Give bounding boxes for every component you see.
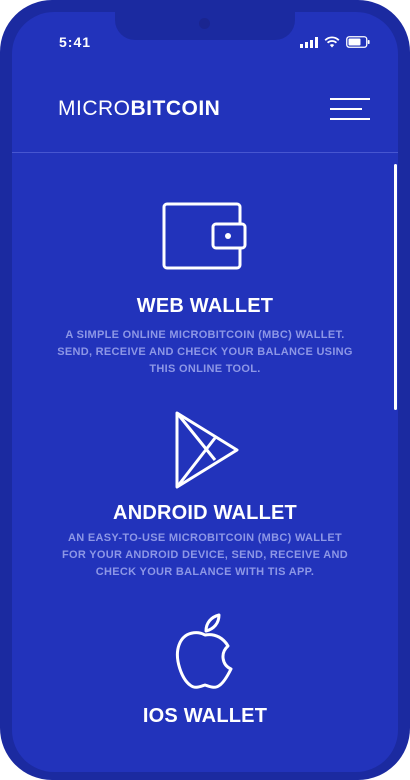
logo-bold-text: BITCOIN — [130, 97, 221, 120]
android-wallet-title: ANDROID WALLET — [113, 502, 297, 524]
hamburger-icon — [330, 98, 370, 100]
wallet-icon — [162, 202, 247, 270]
phone-frame: 5:41 MICROBITCOIN WEB WALLET A SIMPLE ON… — [0, 0, 410, 780]
header-divider — [12, 152, 398, 153]
play-store-icon — [175, 411, 239, 489]
status-icons — [300, 36, 370, 48]
camera-icon — [199, 18, 210, 29]
logo-light-text: MICRO — [58, 97, 131, 120]
signal-icon — [300, 36, 318, 48]
phone-notch — [115, 12, 295, 40]
app-screen: 5:41 MICROBITCOIN WEB WALLET A SIMPLE ON… — [12, 12, 398, 772]
ios-wallet-title: IOS WALLET — [142, 705, 268, 727]
scrollbar[interactable] — [394, 164, 397, 410]
android-wallet-description: AN EASY-TO-USE MICROBITCOIN (MBC) WALLET… — [61, 532, 348, 578]
apple-icon — [175, 613, 233, 689]
wifi-icon — [324, 36, 340, 48]
status-time: 5:41 — [59, 34, 92, 50]
battery-icon — [346, 36, 370, 48]
menu-button[interactable] — [330, 96, 370, 122]
web-wallet-description: A SIMPLE ONLINE MICROBITCOIN (MBC) WALLE… — [57, 329, 353, 375]
web-wallet-title: WEB WALLET — [136, 295, 274, 317]
logo[interactable]: MICROBITCOIN — [58, 97, 220, 121]
app-header: MICROBITCOIN — [12, 82, 398, 152]
